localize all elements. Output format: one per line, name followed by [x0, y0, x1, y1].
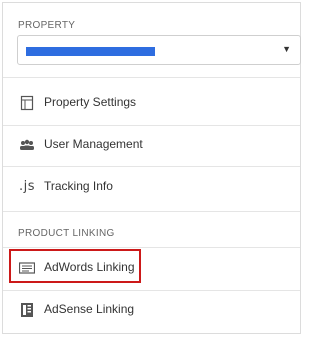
divider	[3, 290, 300, 291]
adwords-icon	[18, 260, 36, 276]
redacted-property-name	[26, 47, 155, 56]
adsense-icon	[19, 302, 35, 318]
property-selector[interactable]: ▼	[17, 35, 301, 65]
caret-down-icon: ▼	[282, 44, 291, 54]
nav-item-label: AdWords Linking	[44, 260, 135, 274]
nav-item-adsense-linking[interactable]: AdSense Linking	[3, 294, 300, 326]
nav-item-user-management[interactable]: User Management	[3, 129, 300, 161]
divider	[3, 247, 300, 248]
nav-item-tracking-info[interactable]: .js Tracking Info	[3, 171, 300, 203]
js-icon: .js	[19, 179, 36, 194]
nav-item-label: Property Settings	[44, 95, 137, 109]
property-settings-icon	[19, 95, 35, 111]
property-section-label: PROPERTY	[18, 20, 76, 31]
nav-item-label: AdSense Linking	[44, 302, 135, 316]
product-linking-section-label: PRODUCT LINKING	[18, 228, 115, 239]
admin-property-panel: PROPERTY ▼ Property Settings User Manage…	[2, 2, 301, 334]
nav-item-adwords-linking[interactable]: AdWords Linking	[3, 252, 300, 284]
divider	[3, 166, 300, 167]
divider	[3, 77, 300, 78]
nav-item-label: User Management	[44, 137, 143, 151]
nav-item-label: Tracking Info	[44, 179, 113, 193]
nav-item-property-settings[interactable]: Property Settings	[3, 87, 300, 119]
users-icon	[19, 137, 35, 153]
divider	[3, 125, 300, 126]
divider	[3, 211, 300, 212]
